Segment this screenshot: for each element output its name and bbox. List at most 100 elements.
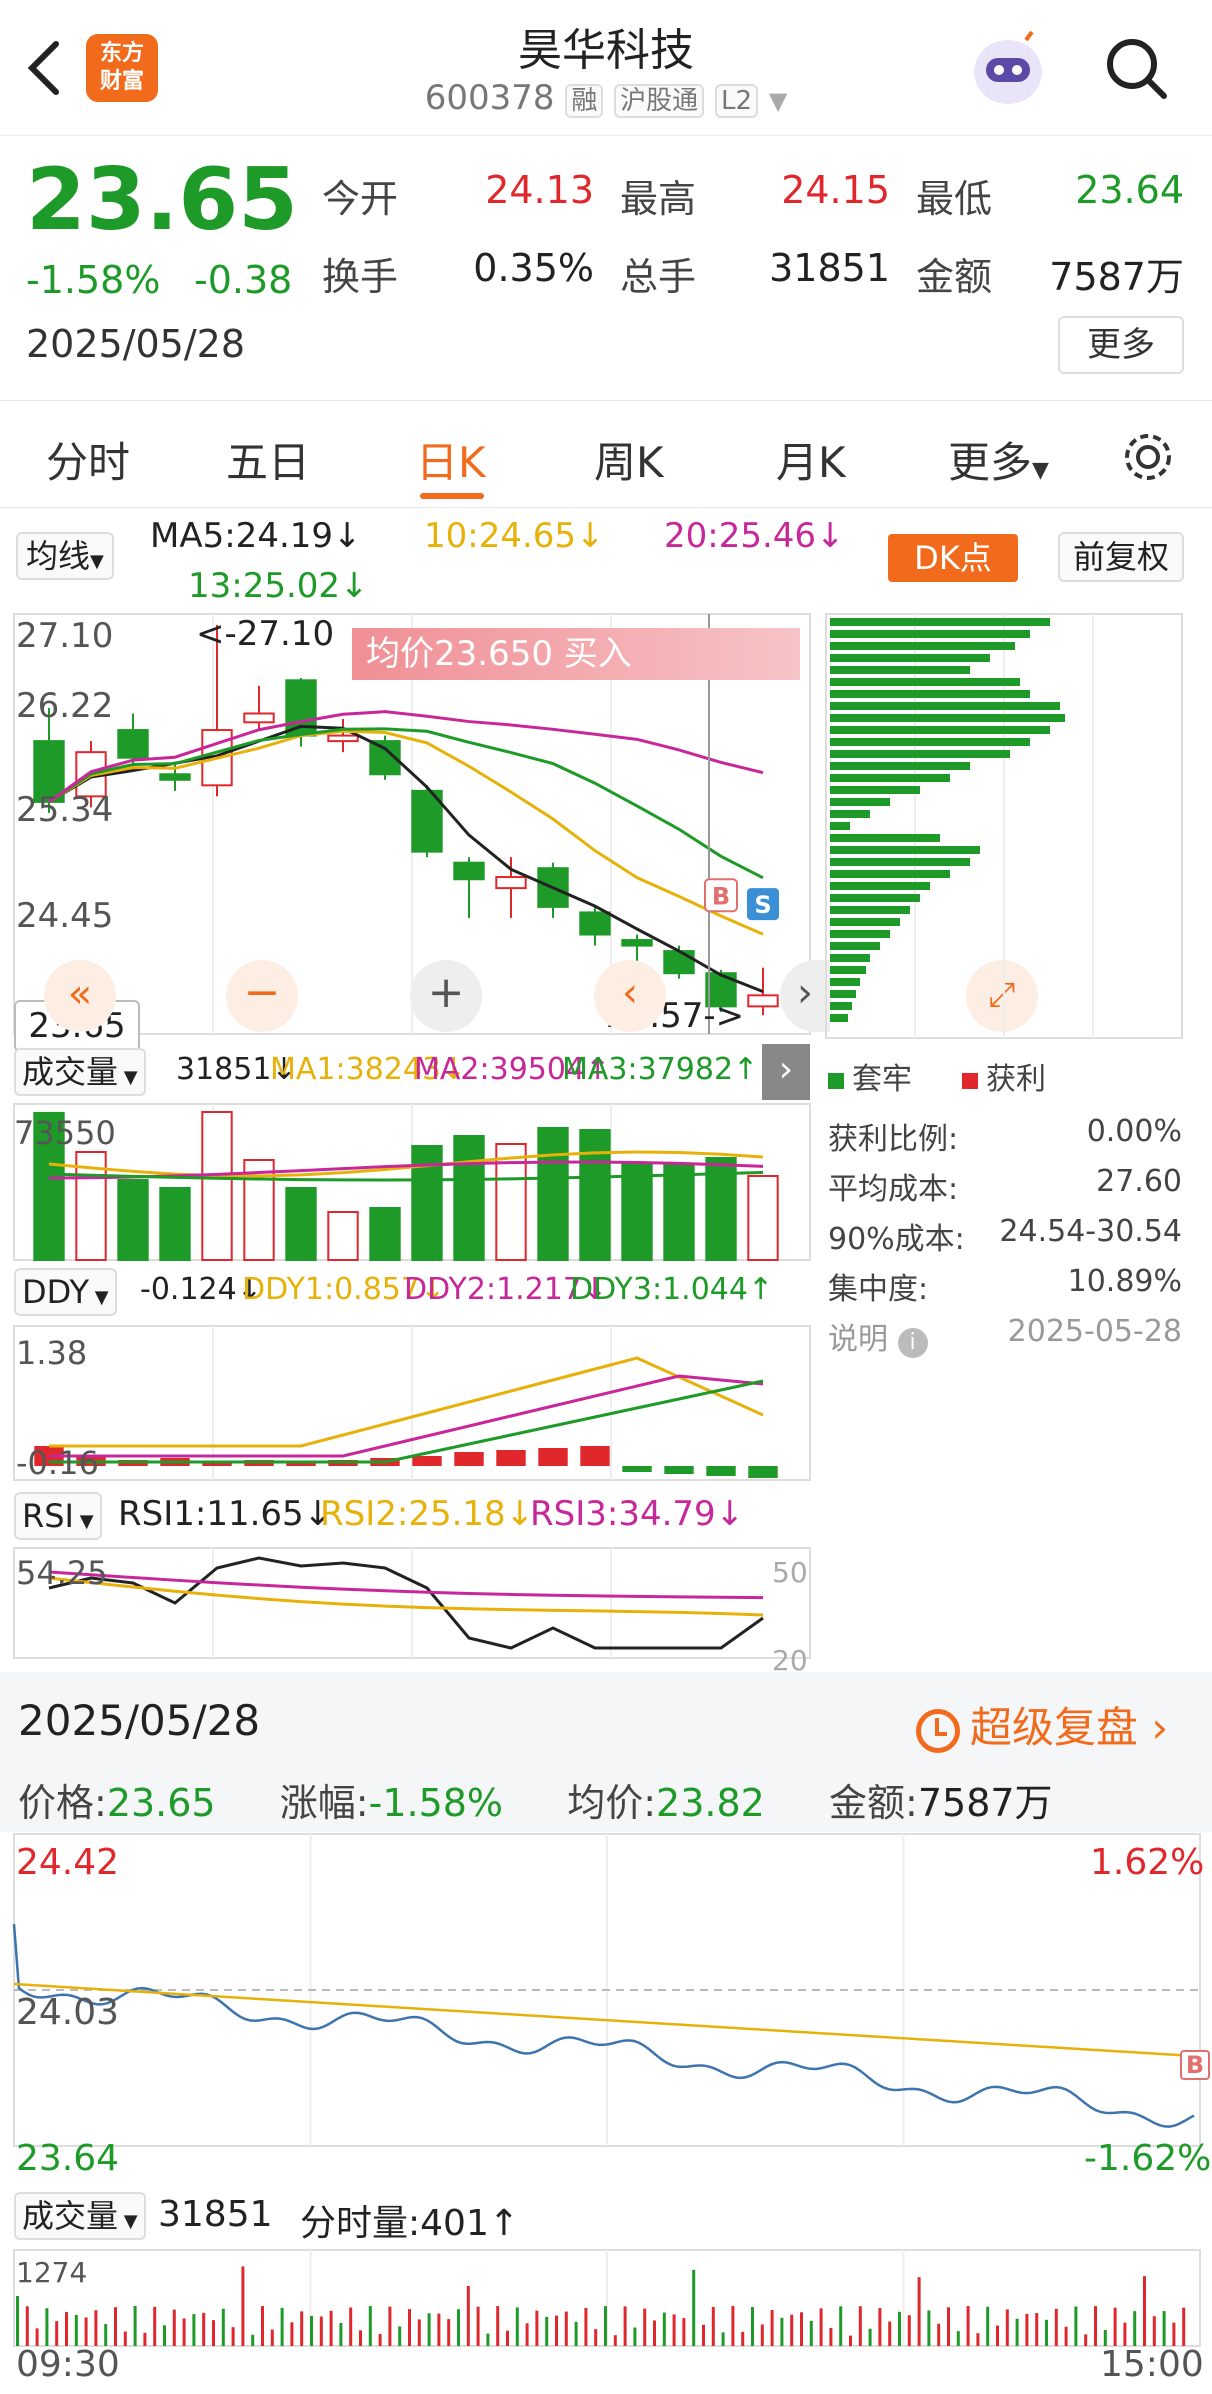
replay-avg: 23.82 bbox=[656, 1781, 765, 1825]
tab-more-label: 更多 bbox=[948, 438, 1033, 487]
adjust-button[interactable]: 前复权 bbox=[1058, 532, 1184, 582]
chip-bar bbox=[830, 846, 980, 854]
intraday-volume-bar bbox=[868, 2328, 872, 2346]
ddy-chart bbox=[13, 1325, 811, 1481]
intraday-volume-bar bbox=[574, 2321, 578, 2346]
ddy-top-label: 1.38 bbox=[16, 1334, 88, 1372]
chip-row-label: 90%成本: bbox=[828, 1222, 965, 1257]
low-label: 最低 bbox=[916, 177, 993, 221]
chip-bar bbox=[830, 654, 990, 662]
intraday-volume-bar bbox=[1113, 2307, 1117, 2346]
intraday-volume-bar bbox=[760, 2324, 764, 2346]
kline-ylabel-1: 27.10 bbox=[16, 616, 114, 656]
chip-bar bbox=[830, 774, 950, 782]
intraday-volume-bar bbox=[74, 2315, 78, 2346]
rewind-icon[interactable]: « bbox=[44, 960, 116, 1032]
rsi-selector[interactable]: RSI ▼ bbox=[14, 1492, 102, 1540]
intraday-volume-bar bbox=[417, 2319, 421, 2346]
zoom-out-icon[interactable]: − bbox=[226, 960, 298, 1032]
super-replay-link[interactable]: 超级复盘 › bbox=[916, 1694, 1168, 1755]
chevron-down-icon[interactable]: ▼ bbox=[769, 87, 787, 115]
intraday-volume-bar bbox=[359, 2330, 362, 2346]
replay-change-label: 涨幅: bbox=[279, 1781, 369, 1825]
ddy-selector[interactable]: DDY ▼ bbox=[14, 1268, 117, 1316]
replay-amount-label: 金额: bbox=[829, 1781, 918, 1825]
intraday-volume-selector[interactable]: 成交量 ▼ bbox=[14, 2192, 146, 2240]
volume-selector-label: 成交量 bbox=[22, 1053, 119, 1091]
chip-bar bbox=[830, 834, 940, 842]
ddy-bar bbox=[706, 1466, 736, 1476]
candle bbox=[663, 950, 695, 975]
intraday-volume-bar bbox=[662, 2312, 666, 2346]
rsi-selector-label: RSI bbox=[22, 1497, 74, 1535]
chip-row: 平均成本: 27.60 bbox=[828, 1164, 1182, 1214]
buy-banner[interactable]: 均价23.650 买入 bbox=[352, 628, 800, 680]
ma20-legend: 20:25.46↓ bbox=[664, 516, 845, 556]
more-button[interactable]: 更多 bbox=[1058, 316, 1184, 374]
quote-date: 2025/05/28 bbox=[26, 322, 246, 366]
intraday-volume-bar bbox=[555, 2315, 558, 2346]
time-end: 15:00 bbox=[1100, 2344, 1204, 2385]
intraday-volume-bar bbox=[1084, 2334, 1088, 2346]
kline-ylabel-4: 24.45 bbox=[16, 896, 114, 936]
chip-note-date: 2025-05-28 bbox=[1007, 1314, 1182, 1349]
volume-label: 总手 bbox=[620, 255, 697, 299]
hold-swatch-icon bbox=[828, 1073, 844, 1089]
volume-bar bbox=[117, 1179, 149, 1261]
intraday-chart[interactable] bbox=[12, 1833, 1201, 2147]
tab-monthly-k[interactable]: 月K bbox=[776, 429, 846, 490]
intraday-volume-bar bbox=[917, 2277, 921, 2346]
intraday-volume-bar bbox=[947, 2307, 950, 2346]
tab-weekly-k[interactable]: 周K bbox=[594, 429, 664, 490]
intraday-volume-bar bbox=[898, 2311, 901, 2346]
intraday-volume-bar bbox=[633, 2327, 637, 2346]
intraday-volume-bar bbox=[221, 2308, 225, 2346]
caret-down-icon: ▼ bbox=[1032, 458, 1049, 483]
chip-bar bbox=[830, 678, 1020, 686]
tab-fenshi[interactable]: 分时 bbox=[46, 429, 130, 490]
ma-selector[interactable]: 均线▼ bbox=[16, 532, 114, 580]
high-value: 24.15 bbox=[781, 168, 890, 212]
intraday-volume-bar bbox=[653, 2320, 656, 2346]
tab-five-day[interactable]: 五日 bbox=[226, 429, 310, 490]
tab-daily-k[interactable]: 日K bbox=[416, 429, 486, 490]
rsi-chart bbox=[13, 1547, 811, 1659]
intraday-volume-bar bbox=[1015, 2318, 1019, 2346]
low-value: 23.64 bbox=[1075, 168, 1184, 212]
prev-icon[interactable]: ‹ bbox=[594, 960, 666, 1032]
intraday-volume-bar bbox=[790, 2314, 794, 2346]
volume-bar bbox=[411, 1145, 443, 1261]
buy-banner-text: 均价23.650 买入 bbox=[366, 634, 632, 674]
volume-expand-icon[interactable]: › bbox=[762, 1044, 810, 1100]
chip-legend-profit: 获利 bbox=[962, 1054, 1046, 1098]
volume-bar bbox=[663, 1163, 695, 1261]
chip-legend-profit-label: 获利 bbox=[986, 1062, 1046, 1097]
gear-icon[interactable] bbox=[1120, 429, 1176, 485]
ddy-bar bbox=[454, 1452, 484, 1466]
tab-more[interactable]: 更多▼ bbox=[948, 429, 1049, 490]
time-start: 09:30 bbox=[16, 2344, 120, 2385]
ma10-line bbox=[48, 729, 764, 936]
volume-bar bbox=[159, 1187, 191, 1261]
chip-bar bbox=[830, 990, 856, 998]
ddy-bar bbox=[664, 1466, 694, 1474]
intraday-volume-bar bbox=[1152, 2316, 1156, 2346]
intraday-volume-bar bbox=[16, 2296, 19, 2346]
robot-avatar-icon[interactable] bbox=[966, 28, 1050, 112]
replay-change: -1.58% bbox=[368, 1781, 504, 1825]
amount-value: 7587万 bbox=[1049, 255, 1184, 299]
intraday-buy-marker[interactable]: B bbox=[1180, 2050, 1210, 2080]
intraday-volume-bar bbox=[1143, 2276, 1146, 2346]
intraday-volume-bar bbox=[613, 2335, 617, 2346]
zoom-in-icon[interactable]: + bbox=[410, 960, 482, 1032]
history-clock-icon bbox=[916, 1708, 960, 1753]
ddy-bar bbox=[496, 1450, 526, 1466]
search-icon[interactable] bbox=[1104, 36, 1168, 100]
stock-code: 600378 bbox=[424, 78, 555, 118]
volume-selector[interactable]: 成交量 ▼ bbox=[14, 1048, 146, 1096]
ddy-bar bbox=[538, 1448, 568, 1466]
intraday-volume-bar bbox=[104, 2324, 108, 2346]
high-label: 最高 bbox=[620, 177, 697, 221]
chip-note-row[interactable]: 说明 i 2025-05-28 bbox=[828, 1314, 1182, 1364]
dk-point-button[interactable]: DK点 bbox=[888, 534, 1018, 582]
